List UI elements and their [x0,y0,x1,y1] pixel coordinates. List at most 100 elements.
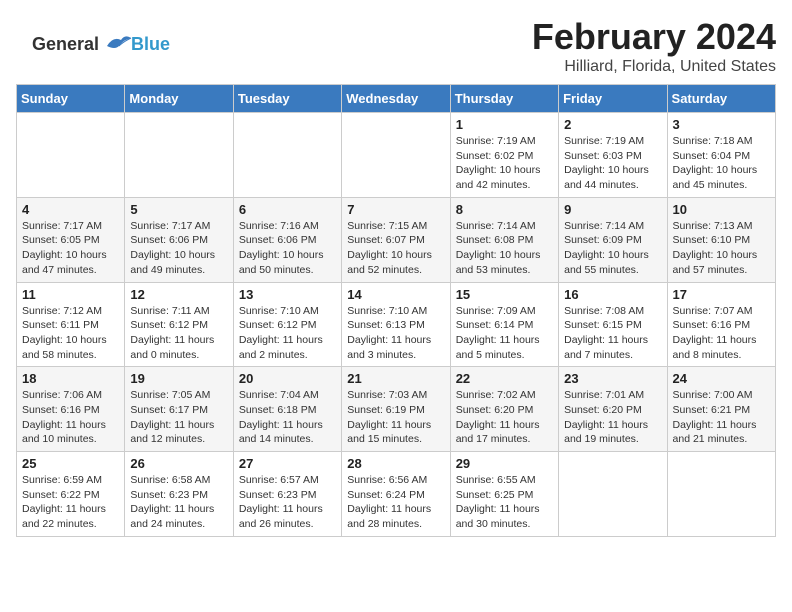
calendar-week-2: 4 Sunrise: 7:17 AM Sunset: 6:05 PM Daylig… [17,197,776,282]
day-info-19: Sunrise: 7:05 AM Sunset: 6:17 PM Dayligh… [130,388,227,447]
day-number-21: 21 [347,371,444,386]
day-number-20: 20 [239,371,336,386]
calendar-cell-w4-d6: 24 Sunrise: 7:00 AM Sunset: 6:21 PM Dayli… [667,367,775,452]
day-number-6: 6 [239,202,336,217]
day-info-10: Sunrise: 7:13 AM Sunset: 6:10 PM Dayligh… [673,219,770,278]
day-number-1: 1 [456,117,553,132]
day-number-24: 24 [673,371,770,386]
day-info-5: Sunrise: 7:17 AM Sunset: 6:06 PM Dayligh… [130,219,227,278]
day-info-22: Sunrise: 7:02 AM Sunset: 6:20 PM Dayligh… [456,388,553,447]
logo-text-general: General [32,34,99,55]
day-number-28: 28 [347,456,444,471]
day-info-14: Sunrise: 7:10 AM Sunset: 6:13 PM Dayligh… [347,304,444,363]
day-number-23: 23 [564,371,661,386]
calendar-cell-w1-d5: 2 Sunrise: 7:19 AM Sunset: 6:03 PM Daylig… [559,113,667,198]
day-info-4: Sunrise: 7:17 AM Sunset: 6:05 PM Dayligh… [22,219,119,278]
calendar-cell-w3-d1: 12Sunrise: 7:11 AM Sunset: 6:12 PM Dayli… [125,282,233,367]
calendar-cell-w5-d3: 28 Sunrise: 6:56 AM Sunset: 6:24 PM Dayli… [342,452,450,537]
day-info-20: Sunrise: 7:04 AM Sunset: 6:18 PM Dayligh… [239,388,336,447]
calendar-cell-w2-d2: 6 Sunrise: 7:16 AM Sunset: 6:06 PM Daylig… [233,197,341,282]
day-number-11: 11 [22,287,119,302]
calendar-cell-w1-d6: 3Sunrise: 7:18 AM Sunset: 6:04 PM Daylig… [667,113,775,198]
day-info-6: Sunrise: 7:16 AM Sunset: 6:06 PM Dayligh… [239,219,336,278]
calendar-week-1: 1 Sunrise: 7:19 AM Sunset: 6:02 PM Daylig… [17,113,776,198]
day-number-17: 17 [673,287,770,302]
location-subtitle: Hilliard, Florida, United States [16,58,776,76]
calendar-cell-w1-d3 [342,113,450,198]
calendar-cell-w4-d5: 23 Sunrise: 7:01 AM Sunset: 6:20 PM Dayli… [559,367,667,452]
day-number-9: 9 [564,202,661,217]
day-info-23: Sunrise: 7:01 AM Sunset: 6:20 PM Dayligh… [564,388,661,447]
calendar-cell-w1-d0 [17,113,125,198]
day-number-19: 19 [130,371,227,386]
day-number-10: 10 [673,202,770,217]
day-info-9: Sunrise: 7:14 AM Sunset: 6:09 PM Dayligh… [564,219,661,278]
logo: General Blue [32,32,170,56]
day-info-3: Sunrise: 7:18 AM Sunset: 6:04 PM Dayligh… [673,134,770,193]
day-number-27: 27 [239,456,336,471]
calendar-cell-w3-d3: 14Sunrise: 7:10 AM Sunset: 6:13 PM Dayli… [342,282,450,367]
header-friday: Friday [559,85,667,113]
calendar-cell-w2-d1: 5 Sunrise: 7:17 AM Sunset: 6:06 PM Daylig… [125,197,233,282]
calendar-cell-w5-d0: 25 Sunrise: 6:59 AM Sunset: 6:22 PM Dayli… [17,452,125,537]
day-info-28: Sunrise: 6:56 AM Sunset: 6:24 PM Dayligh… [347,473,444,532]
day-info-25: Sunrise: 6:59 AM Sunset: 6:22 PM Dayligh… [22,473,119,532]
header-saturday: Saturday [667,85,775,113]
day-number-18: 18 [22,371,119,386]
calendar-cell-w2-d0: 4 Sunrise: 7:17 AM Sunset: 6:05 PM Daylig… [17,197,125,282]
calendar-cell-w5-d4: 29 Sunrise: 6:55 AM Sunset: 6:25 PM Dayli… [450,452,558,537]
calendar-cell-w5-d2: 27 Sunrise: 6:57 AM Sunset: 6:23 PM Dayli… [233,452,341,537]
calendar-week-3: 11 Sunrise: 7:12 AM Sunset: 6:11 PM Dayli… [17,282,776,367]
day-info-8: Sunrise: 7:14 AM Sunset: 6:08 PM Dayligh… [456,219,553,278]
day-number-25: 25 [22,456,119,471]
calendar-cell-w4-d2: 20 Sunrise: 7:04 AM Sunset: 6:18 PM Dayli… [233,367,341,452]
calendar-cell-w5-d1: 26 Sunrise: 6:58 AM Sunset: 6:23 PM Dayli… [125,452,233,537]
day-info-29: Sunrise: 6:55 AM Sunset: 6:25 PM Dayligh… [456,473,553,532]
calendar-cell-w4-d4: 22 Sunrise: 7:02 AM Sunset: 6:20 PM Dayli… [450,367,558,452]
calendar-cell-w4-d0: 18 Sunrise: 7:06 AM Sunset: 6:16 PM Dayli… [17,367,125,452]
day-info-21: Sunrise: 7:03 AM Sunset: 6:19 PM Dayligh… [347,388,444,447]
header-wednesday: Wednesday [342,85,450,113]
day-number-13: 13 [239,287,336,302]
day-number-8: 8 [456,202,553,217]
day-info-17: Sunrise: 7:07 AM Sunset: 6:16 PM Dayligh… [673,304,770,363]
header-tuesday: Tuesday [233,85,341,113]
calendar-cell-w3-d2: 13Sunrise: 7:10 AM Sunset: 6:12 PM Dayli… [233,282,341,367]
day-info-11: Sunrise: 7:12 AM Sunset: 6:11 PM Dayligh… [22,304,119,363]
header-monday: Monday [125,85,233,113]
page-wrapper: General Blue February 2024 Hilliard, Flo… [16,16,776,537]
day-number-12: 12 [130,287,227,302]
day-info-16: Sunrise: 7:08 AM Sunset: 6:15 PM Dayligh… [564,304,661,363]
calendar-cell-w3-d4: 15 Sunrise: 7:09 AM Sunset: 6:14 PM Dayli… [450,282,558,367]
day-number-5: 5 [130,202,227,217]
day-number-22: 22 [456,371,553,386]
calendar-cell-w3-d6: 17 Sunrise: 7:07 AM Sunset: 6:16 PM Dayli… [667,282,775,367]
calendar-cell-w1-d4: 1 Sunrise: 7:19 AM Sunset: 6:02 PM Daylig… [450,113,558,198]
day-info-15: Sunrise: 7:09 AM Sunset: 6:14 PM Dayligh… [456,304,553,363]
day-info-1: Sunrise: 7:19 AM Sunset: 6:02 PM Dayligh… [456,134,553,193]
day-number-15: 15 [456,287,553,302]
calendar-cell-w2-d5: 9 Sunrise: 7:14 AM Sunset: 6:09 PM Daylig… [559,197,667,282]
header-sunday: Sunday [17,85,125,113]
logo-text-blue: Blue [131,34,170,55]
calendar-cell-w2-d6: 10 Sunrise: 7:13 AM Sunset: 6:10 PM Dayli… [667,197,775,282]
day-info-26: Sunrise: 6:58 AM Sunset: 6:23 PM Dayligh… [130,473,227,532]
day-number-2: 2 [564,117,661,132]
calendar-cell-w5-d6 [667,452,775,537]
calendar-table: Sunday Monday Tuesday Wednesday Thursday… [16,84,776,537]
calendar-week-4: 18 Sunrise: 7:06 AM Sunset: 6:16 PM Dayli… [17,367,776,452]
day-info-7: Sunrise: 7:15 AM Sunset: 6:07 PM Dayligh… [347,219,444,278]
calendar-week-5: 25 Sunrise: 6:59 AM Sunset: 6:22 PM Dayli… [17,452,776,537]
day-info-18: Sunrise: 7:06 AM Sunset: 6:16 PM Dayligh… [22,388,119,447]
header-thursday: Thursday [450,85,558,113]
calendar-cell-w2-d3: 7 Sunrise: 7:15 AM Sunset: 6:07 PM Daylig… [342,197,450,282]
day-info-2: Sunrise: 7:19 AM Sunset: 6:03 PM Dayligh… [564,134,661,193]
day-info-24: Sunrise: 7:00 AM Sunset: 6:21 PM Dayligh… [673,388,770,447]
day-number-4: 4 [22,202,119,217]
calendar-cell-w3-d5: 16Sunrise: 7:08 AM Sunset: 6:15 PM Dayli… [559,282,667,367]
day-number-7: 7 [347,202,444,217]
day-number-29: 29 [456,456,553,471]
day-number-26: 26 [130,456,227,471]
calendar-cell-w1-d2 [233,113,341,198]
day-info-27: Sunrise: 6:57 AM Sunset: 6:23 PM Dayligh… [239,473,336,532]
